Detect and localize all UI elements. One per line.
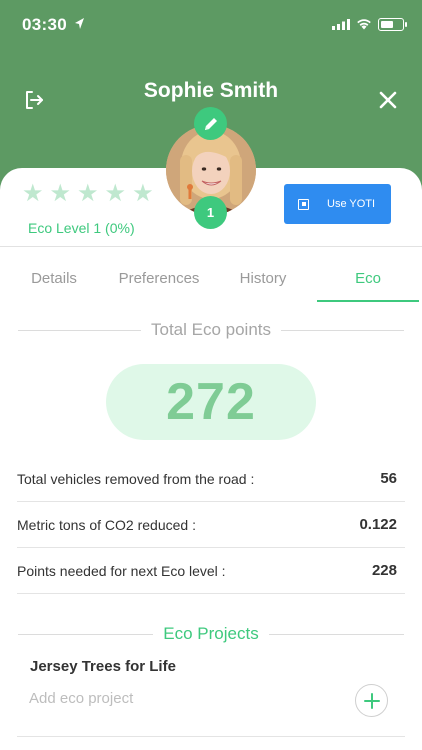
stat-label: Points needed for next Eco level : — [17, 562, 226, 579]
logout-icon[interactable] — [22, 88, 46, 112]
total-eco-points-heading: Total Eco points — [18, 320, 405, 340]
star-icon: ★ — [22, 180, 44, 207]
eco-points-value: 272 — [166, 373, 256, 431]
close-icon[interactable] — [376, 88, 400, 112]
stat-row-co2-reduced: Metric tons of CO2 reduced : 0.122 — [17, 502, 405, 548]
rating-stars: ★ ★ ★ ★ ★ — [22, 182, 154, 206]
level-badge: 1 — [194, 196, 227, 229]
stat-row-vehicles-removed: Total vehicles removed from the road : 5… — [17, 456, 405, 502]
project-item[interactable]: Jersey Trees for Life — [30, 658, 176, 675]
star-icon: ★ — [104, 180, 127, 207]
status-time: 03:30 — [22, 15, 67, 34]
pencil-icon — [204, 117, 217, 130]
total-eco-points-title: Total Eco points — [151, 320, 272, 339]
profile-tabs: Details Preferences History Eco — [0, 254, 422, 302]
battery-icon — [378, 18, 407, 31]
stat-row-points-needed: Points needed for next Eco level : 228 — [17, 548, 405, 594]
use-yoti-label: Use YOTI — [327, 198, 376, 210]
eco-projects-title: Eco Projects — [163, 624, 259, 643]
add-project-button[interactable] — [355, 684, 388, 717]
eco-points-pill: 272 — [106, 364, 316, 440]
tab-details[interactable]: Details — [0, 254, 108, 302]
cellular-signal-icon — [332, 19, 350, 30]
active-tab-indicator — [317, 300, 419, 302]
divider — [17, 736, 405, 737]
stat-value: 56 — [380, 470, 397, 487]
stat-label: Total vehicles removed from the road : — [17, 470, 255, 487]
status-bar: 03:30 — [0, 0, 422, 50]
plus-icon — [363, 692, 380, 709]
star-icon: ★ — [77, 180, 99, 207]
star-icon: ★ — [132, 180, 154, 207]
use-yoti-button[interactable]: Use YOTI — [284, 184, 391, 224]
tab-eco[interactable]: Eco — [317, 254, 419, 302]
tab-history[interactable]: History — [210, 254, 316, 302]
location-arrow-icon — [75, 18, 84, 29]
add-eco-project-input[interactable]: Add eco project — [29, 690, 133, 707]
yoti-icon — [298, 198, 309, 210]
user-name: Sophie Smith — [143, 79, 279, 102]
eco-projects-heading: Eco Projects — [18, 624, 404, 644]
wifi-icon — [357, 19, 371, 30]
stat-value: 0.122 — [359, 516, 397, 533]
tab-preferences[interactable]: Preferences — [108, 254, 210, 302]
star-icon: ★ — [49, 180, 72, 207]
stat-label: Metric tons of CO2 reduced : — [17, 516, 196, 533]
stat-value: 228 — [371, 562, 397, 579]
divider — [0, 246, 422, 247]
eco-level-label: Eco Level 1 (0%) — [28, 220, 135, 236]
edit-avatar-button[interactable] — [194, 107, 227, 140]
